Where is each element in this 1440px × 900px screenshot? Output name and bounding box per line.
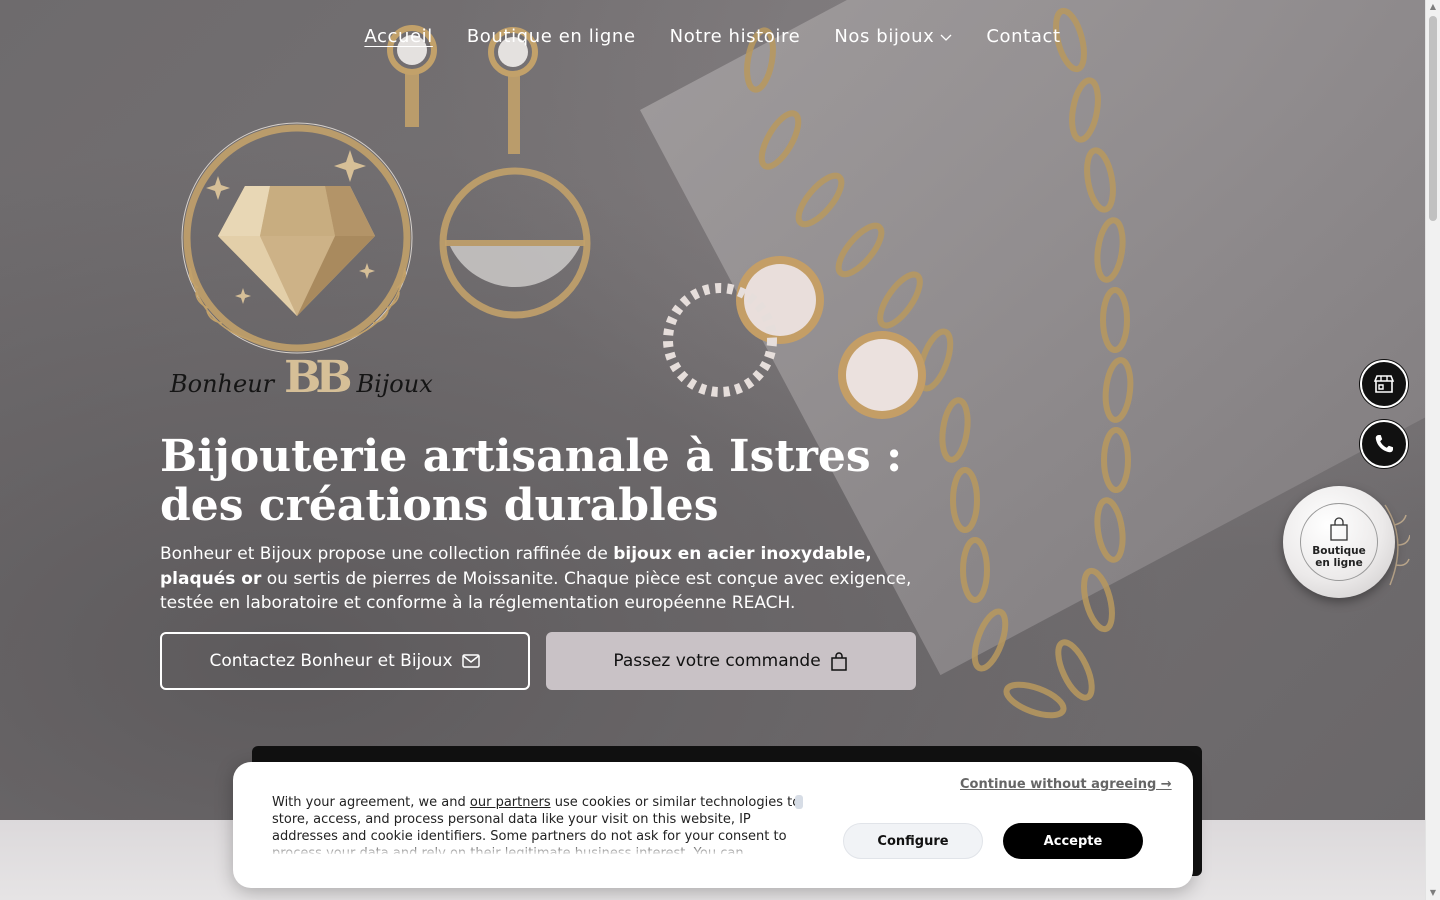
store-button[interactable] [1360, 360, 1408, 408]
scroll-down-arrow-icon[interactable]: ▼ [1428, 888, 1438, 898]
nav-item-nos-bijoux-label: Nos bijoux [834, 26, 935, 47]
nav-item-accueil[interactable]: Accueil [364, 26, 432, 47]
our-partners-link[interactable]: our partners [470, 795, 551, 810]
hero-description: Bonheur et Bijoux propose une collection… [160, 542, 912, 616]
accept-button[interactable]: Accepte [1003, 823, 1143, 859]
online-shop-badge-line2: en ligne [1315, 556, 1363, 569]
cookie-consent-banner: Continue without agreeing → With your ag… [233, 762, 1193, 888]
shopping-bag-icon [830, 652, 847, 671]
scrollbar-thumb[interactable] [1429, 16, 1437, 221]
chevron-down-icon [940, 34, 952, 41]
page-scrollbar[interactable]: ▲ ▼ [1425, 0, 1440, 900]
hero-text-part1: Bonheur et Bijoux propose une collection… [160, 544, 614, 564]
order-button-label: Passez votre commande [613, 651, 821, 671]
nav-item-nos-bijoux[interactable]: Nos bijoux [834, 26, 952, 47]
brand-wordmark: Bonheur BB Bijoux [170, 352, 433, 403]
cookie-text-fade [272, 842, 802, 856]
contact-button[interactable]: Contactez Bonheur et Bijoux [160, 632, 530, 690]
phone-icon [1375, 435, 1393, 453]
shopping-bag-icon [1330, 516, 1348, 541]
nav-item-notre-histoire[interactable]: Notre histoire [670, 26, 801, 47]
hero-title: Bijouterie artisanale à Istres : des cré… [160, 431, 903, 531]
contact-button-label: Contactez Bonheur et Bijoux [209, 651, 453, 671]
cookie-text-scrollbar[interactable] [795, 795, 803, 809]
online-shop-badge-inner: Boutique en ligne [1300, 503, 1378, 581]
online-shop-badge-line1: Boutique [1312, 544, 1366, 557]
nav-item-contact[interactable]: Contact [986, 26, 1060, 47]
configure-button[interactable]: Configure [843, 823, 983, 859]
online-shop-badge[interactable]: Boutique en ligne [1283, 486, 1395, 598]
scroll-up-arrow-icon[interactable]: ▲ [1428, 2, 1438, 12]
main-navigation: Accueil Boutique en ligne Notre histoire… [0, 26, 1425, 47]
envelope-icon [461, 654, 480, 668]
nav-item-boutique-en-ligne[interactable]: Boutique en ligne [467, 26, 636, 47]
wordmark-monogram: BB [284, 352, 352, 403]
storefront-icon [1373, 375, 1395, 393]
wordmark-right: Bijoux [356, 370, 433, 398]
continue-without-agreeing-link[interactable]: Continue without agreeing → [960, 777, 1172, 792]
hero-text-part2: ou sertis de pierres de Moissanite. Chaq… [160, 568, 912, 614]
wordmark-left: Bonheur [170, 370, 275, 398]
phone-button[interactable] [1360, 420, 1408, 468]
cookie-text-before-link: With your agreement, we and [272, 795, 470, 810]
order-button[interactable]: Passez votre commande [546, 632, 916, 690]
